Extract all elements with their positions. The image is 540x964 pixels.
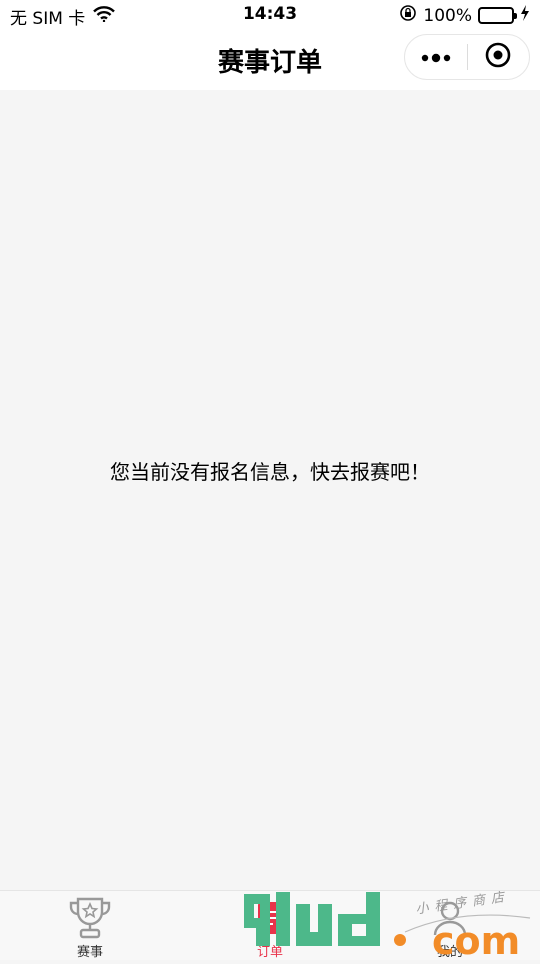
tab-profile[interactable]: 我的 — [360, 891, 540, 960]
tab-orders[interactable]: 订单 — [180, 891, 360, 960]
order-icon — [255, 897, 285, 939]
tab-label-orders: 订单 — [256, 945, 283, 960]
more-dots-icon — [421, 48, 451, 67]
tab-bar: 赛事 订单 我的 — [0, 890, 540, 960]
more-button[interactable] — [405, 35, 467, 79]
tab-events[interactable]: 赛事 — [0, 891, 180, 960]
rotation-lock-icon — [399, 4, 417, 27]
tab-label-events: 赛事 — [76, 945, 103, 960]
mini-program-capsule — [404, 34, 530, 80]
charging-icon — [520, 5, 530, 26]
user-icon — [430, 897, 470, 939]
empty-state-message: 您当前没有报名信息，快去报赛吧！ — [110, 460, 430, 484]
nav-bar: 赛事订单 — [0, 30, 540, 90]
battery-icon — [478, 7, 517, 24]
tab-label-profile: 我的 — [436, 945, 463, 960]
status-bar: 无 SIM 卡 14:43 100% — [0, 0, 540, 30]
battery-cap — [514, 13, 517, 19]
status-right: 100% — [399, 4, 530, 27]
battery-percent: 100% — [423, 5, 472, 26]
target-close-icon — [485, 42, 511, 72]
main-content: 您当前没有报名信息，快去报赛吧！ — [0, 90, 540, 890]
trophy-icon — [67, 897, 113, 939]
close-button[interactable] — [468, 35, 530, 79]
